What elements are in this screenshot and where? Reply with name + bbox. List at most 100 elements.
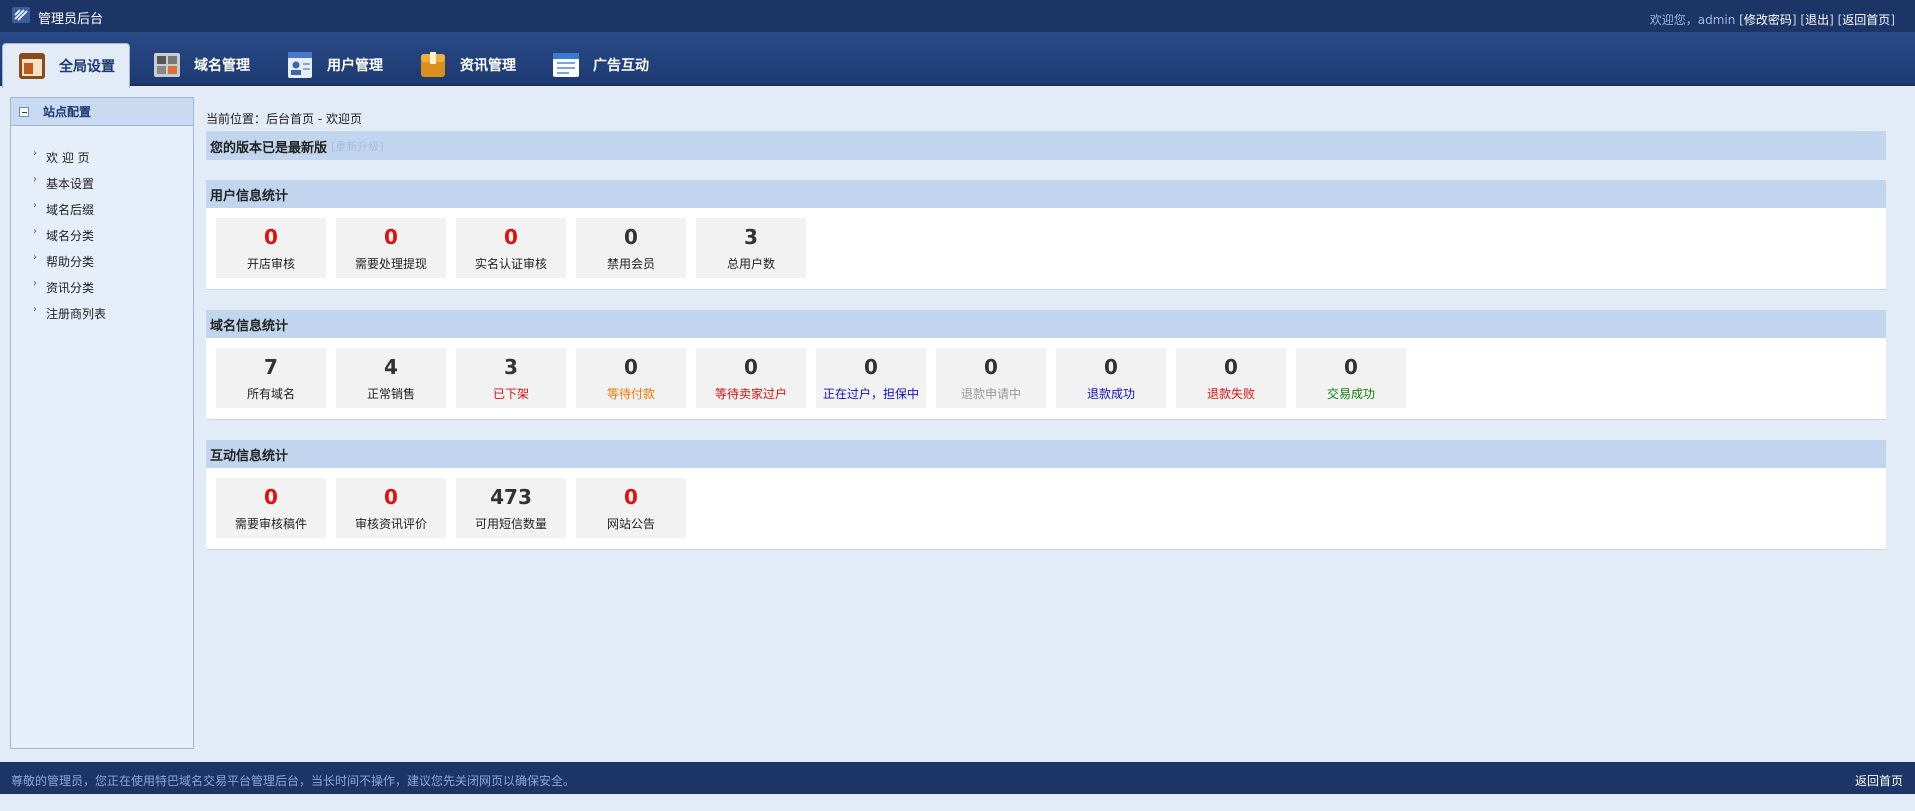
stat-card[interactable]: 0 退款成功: [1056, 348, 1166, 408]
stat-card[interactable]: 0 网站公告: [576, 478, 686, 538]
tab-label: 全局设置: [59, 59, 115, 75]
chevron-right-icon: ›: [33, 225, 37, 237]
version-bar: 您的版本已是最新版 [重新升级]: [206, 132, 1886, 160]
change-password-link[interactable]: 修改密码: [1744, 13, 1792, 27]
stat-value: 0: [384, 484, 398, 509]
stat-label: 退款成功: [1086, 386, 1135, 401]
stat-card[interactable]: 3 已下架: [456, 348, 566, 408]
sidebar: 站点配置 › 欢 迎 页 › 基本设置 › 域名后缀 › 域名分类 › 帮助分类 › 资讯分…: [10, 97, 194, 749]
stat-label: 需要处理提现: [354, 256, 427, 271]
stat-label: 可用短信数量: [474, 516, 547, 531]
stat-card[interactable]: 0 退款申请中: [936, 348, 1046, 408]
stat-label: 已下架: [492, 386, 529, 401]
stat-card[interactable]: 0 实名认证审核: [456, 218, 566, 278]
stat-card[interactable]: 0 等待卖家过户: [696, 348, 806, 408]
stat-card[interactable]: 0 等待付款: [576, 348, 686, 408]
top-bar: 管理员后台 欢迎您，admin [修改密码] [退出] [返回首页]: [0, 0, 1915, 32]
stat-label: 等待卖家过户: [714, 386, 787, 401]
stat-value: 4: [384, 354, 398, 379]
stat-value: 0: [384, 224, 398, 249]
tab-ad-interaction[interactable]: 广告互动: [545, 44, 655, 86]
stat-value: 0: [1344, 354, 1358, 379]
stat-card[interactable]: 4 正常销售: [336, 348, 446, 408]
sidebar-item-help-category[interactable]: › 帮助分类: [11, 248, 193, 274]
sidebar-title: 站点配置: [43, 105, 92, 119]
stat-list: 7 所有域名 4 正常销售 3 已下架 0 等待付款 0 等待卖家过户 0 正在过户，担保中 0 退款申请…: [206, 338, 1886, 420]
user-bar: 欢迎您，admin [修改密码] [退出] [返回首页]: [1649, 13, 1895, 27]
stat-card[interactable]: 0 正在过户，担保中: [816, 348, 926, 408]
stat-value: 3: [744, 224, 758, 249]
stat-value: 0: [624, 224, 638, 249]
stat-value: 0: [264, 224, 278, 249]
stat-label: 正在过户，担保中: [822, 386, 919, 401]
stat-list: 0 需要审核稿件 0 审核资讯评价 473 可用短信数量 0 网站公告: [206, 468, 1886, 550]
stat-card[interactable]: 0 需要处理提现: [336, 218, 446, 278]
chevron-right-icon: ›: [33, 173, 37, 185]
footer-home-link[interactable]: 返回首页: [1855, 772, 1903, 789]
sidebar-item-registrar-list[interactable]: › 注册商列表: [11, 300, 193, 326]
upgrade-link[interactable]: [重新升级]: [331, 138, 384, 154]
stat-label: 需要审核稿件: [234, 516, 307, 531]
news-box-icon: [421, 52, 445, 77]
tab-user-management[interactable]: 用户管理: [279, 44, 389, 86]
stat-label: 等待付款: [606, 386, 655, 401]
stat-label: 正常销售: [366, 386, 415, 401]
section-title: 域名信息统计: [206, 310, 1886, 338]
user-card-icon: [288, 52, 312, 78]
stat-label: 交易成功: [1326, 386, 1375, 401]
stat-card[interactable]: 0 需要审核稿件: [216, 478, 326, 538]
sidebar-item-news-category[interactable]: › 资讯分类: [11, 274, 193, 300]
stat-label: 审核资讯评价: [354, 516, 427, 531]
sidebar-menu: › 欢 迎 页 › 基本设置 › 域名后缀 › 域名分类 › 帮助分类 › 资讯分类 › 注册…: [11, 126, 193, 326]
sidebar-item-domain-suffix[interactable]: › 域名后缀: [11, 196, 193, 222]
welcome-text: 欢迎您，admin: [1649, 13, 1736, 27]
sidebar-item-basic-settings[interactable]: › 基本设置: [11, 170, 193, 196]
tab-domain-management[interactable]: 域名管理: [146, 44, 256, 86]
stat-value: 0: [1224, 354, 1238, 379]
tab-label: 广告互动: [593, 58, 649, 74]
sidebar-item-welcome[interactable]: › 欢 迎 页: [11, 144, 193, 170]
stat-card[interactable]: 0 交易成功: [1296, 348, 1406, 408]
main-content: 当前位置：后台首页 - 欢迎页 您的版本已是最新版 [重新升级] 用户信息统计 …: [206, 97, 1886, 550]
tab-global-settings[interactable]: 全局设置: [2, 43, 130, 88]
section-title: 互动信息统计: [206, 440, 1886, 468]
stat-value: 0: [744, 354, 758, 379]
stat-card[interactable]: 7 所有域名: [216, 348, 326, 408]
stat-list: 0 开店审核 0 需要处理提现 0 实名认证审核 0 禁用会员 3 总用户数: [206, 208, 1886, 290]
tab-label: 资讯管理: [460, 58, 516, 74]
stat-value: 3: [504, 354, 518, 379]
stat-card[interactable]: 0 退款失败: [1176, 348, 1286, 408]
stat-label: 网站公告: [606, 516, 655, 531]
stat-label: 总用户数: [726, 256, 775, 271]
main-nav: 全局设置 域名管理 用户管理 资讯管理 广告互动: [0, 32, 1915, 88]
stat-label: 退款失败: [1206, 386, 1255, 401]
footer: 尊敬的管理员，您正在使用特巴域名交易平台管理后台，当长时间不操作，建议您先关闭网…: [0, 762, 1915, 794]
stat-card[interactable]: 0 禁用会员: [576, 218, 686, 278]
tab-label: 用户管理: [327, 58, 383, 74]
domain-grid-icon: [154, 53, 180, 77]
tab-label: 域名管理: [194, 58, 250, 74]
stat-card[interactable]: 0 开店审核: [216, 218, 326, 278]
admin-logo-icon: [12, 7, 30, 23]
chevron-right-icon: ›: [33, 277, 37, 289]
stat-value: 0: [504, 224, 518, 249]
tab-news-management[interactable]: 资讯管理: [412, 44, 522, 86]
stat-card[interactable]: 3 总用户数: [696, 218, 806, 278]
stat-value: 0: [984, 354, 998, 379]
logout-link[interactable]: 退出: [1805, 13, 1829, 27]
stat-card[interactable]: 473 可用短信数量: [456, 478, 566, 538]
chevron-right-icon: ›: [33, 199, 37, 211]
sidebar-item-domain-category[interactable]: › 域名分类: [11, 222, 193, 248]
stat-value: 473: [490, 484, 532, 509]
home-link[interactable]: 返回首页: [1842, 13, 1890, 27]
stat-value: 0: [864, 354, 878, 379]
chevron-right-icon: ›: [33, 147, 37, 159]
stat-value: 0: [624, 484, 638, 509]
stat-label: 实名认证审核: [474, 256, 547, 271]
stat-label: 所有域名: [246, 386, 295, 401]
settings-icon: [19, 53, 45, 79]
sidebar-header[interactable]: 站点配置: [11, 98, 193, 126]
stat-card[interactable]: 0 审核资讯评价: [336, 478, 446, 538]
collapse-icon[interactable]: [19, 106, 29, 117]
stat-value: 0: [1104, 354, 1118, 379]
